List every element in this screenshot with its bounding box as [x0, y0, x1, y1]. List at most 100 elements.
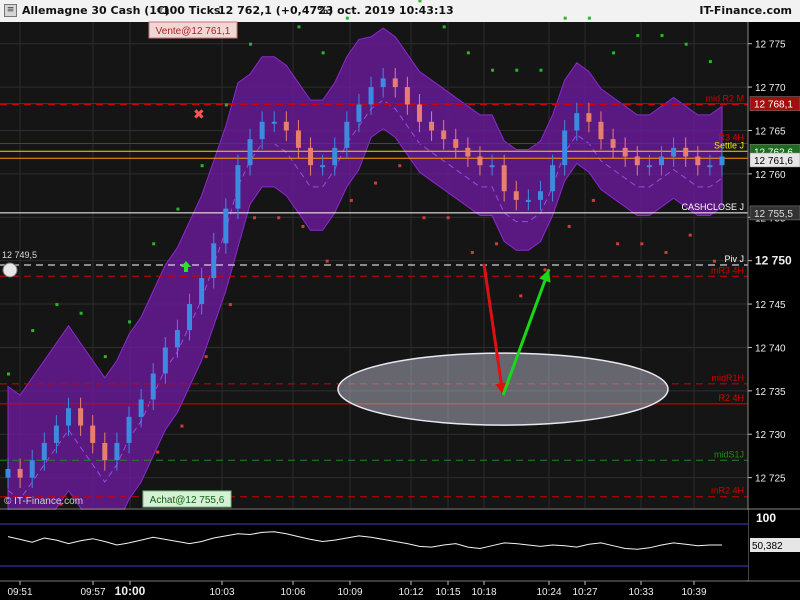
candle-body: [90, 425, 96, 443]
candle-body: [53, 425, 59, 443]
green-dot: [297, 25, 301, 29]
red-dot: [712, 259, 716, 263]
candle-body: [162, 347, 168, 374]
green-dot: [321, 51, 325, 55]
level-label: midR1H: [711, 373, 744, 383]
green-dot: [200, 164, 204, 168]
red-dot: [277, 216, 281, 220]
red-dot: [688, 233, 692, 237]
candle-body: [17, 468, 23, 478]
candle-body: [525, 199, 531, 202]
red-dot: [470, 250, 474, 254]
green-dot: [442, 25, 446, 29]
candle-body: [199, 278, 205, 305]
red-dot: [204, 355, 208, 359]
oscillator-value-badge: 50,382: [750, 538, 800, 552]
candle-body: [259, 121, 265, 140]
buy-order-text: Achat@12 755,6: [150, 495, 225, 506]
x-tick-label: 10:18: [471, 587, 496, 598]
candle-body: [658, 156, 664, 166]
candle-body: [707, 165, 713, 168]
candle-body: [174, 330, 180, 348]
candle-body: [223, 208, 229, 244]
candle-body: [235, 165, 241, 209]
price-badge-text: 12 755,5: [754, 209, 793, 220]
x-tick-label: 10:15: [435, 587, 460, 598]
y-tick-label: 12 740: [755, 343, 786, 354]
oscillator-value-text: 50,382: [752, 541, 783, 552]
red-dot: [495, 242, 499, 246]
red-dot: [253, 216, 257, 220]
level-label: Settle J: [714, 140, 744, 150]
y-tick-label: 12 750: [755, 254, 792, 268]
candle-body: [634, 156, 640, 166]
oscillator-panel: 100 50,382: [0, 508, 800, 580]
red-dot: [664, 250, 668, 254]
green-dot: [103, 355, 107, 359]
price-badge: 12 761,6: [749, 152, 800, 168]
y-tick-label: 12 725: [755, 474, 786, 485]
candle-body: [453, 139, 459, 148]
level-label: Piv J: [724, 254, 744, 264]
buy-order-label: Achat@12 755,6: [142, 490, 232, 508]
candle-body: [78, 408, 84, 426]
green-dot: [612, 51, 616, 55]
candle-body: [41, 442, 47, 461]
level-label: CASHCLOSE J: [681, 202, 744, 212]
x-tick-label: 10:24: [536, 587, 561, 598]
green-dot: [587, 16, 591, 20]
red-dot: [325, 259, 329, 263]
green-dot: [563, 16, 567, 20]
red-dot: [301, 224, 305, 228]
candle-body: [719, 156, 725, 166]
candle-body: [187, 304, 193, 331]
oscillator-bg: [0, 510, 748, 580]
candle-body: [646, 165, 652, 168]
price-badge-text: 12 768,1: [754, 100, 793, 111]
x-tick-label: 10:39: [681, 587, 706, 598]
red-dot: [398, 164, 402, 168]
red-dot: [616, 242, 620, 246]
red-dot: [567, 224, 571, 228]
candle-body: [295, 130, 301, 148]
candle-body: [465, 147, 471, 157]
candle-body: [429, 121, 435, 131]
red-dot: [422, 216, 426, 220]
candle-body: [29, 460, 35, 478]
candle-body: [66, 408, 72, 426]
y-tick-label: 12 765: [755, 126, 786, 137]
price-chart[interactable]: mid R2 MR3 4HSettle JCASHCLOSE JPiv JmR3…: [0, 0, 800, 600]
candle-body: [114, 442, 120, 461]
candle-body: [610, 139, 616, 148]
candle-body: [356, 104, 362, 122]
candle-body: [562, 130, 568, 166]
green-dot: [128, 320, 132, 324]
candle-body: [283, 121, 289, 131]
green-dot: [7, 372, 10, 376]
candle-body: [344, 121, 350, 148]
y-tick-label: 12 770: [755, 83, 786, 94]
level-label: midS1J: [714, 449, 744, 459]
x-tick-label: 09:57: [80, 587, 105, 598]
candle-body: [368, 87, 374, 105]
red-dot: [156, 450, 160, 454]
level-label: R2 4H: [718, 393, 744, 403]
green-dot: [539, 68, 543, 72]
candle-body: [5, 468, 11, 478]
green-dot: [79, 311, 83, 315]
candle-body: [102, 442, 108, 461]
green-dot: [176, 207, 180, 211]
candle-body: [404, 87, 410, 105]
x-tick-label: 10:00: [115, 584, 146, 598]
candle-body: [416, 104, 422, 122]
y-tick-label: 12 760: [755, 170, 786, 181]
candle-body: [477, 156, 483, 166]
y-tick-label: 12 735: [755, 387, 786, 398]
candle-body: [550, 165, 556, 192]
candle-body: [683, 147, 689, 157]
clock-icon: [2, 262, 18, 278]
candle-body: [271, 121, 277, 124]
candle-body: [308, 147, 314, 166]
red-dot: [180, 424, 184, 428]
green-dot: [249, 42, 253, 46]
